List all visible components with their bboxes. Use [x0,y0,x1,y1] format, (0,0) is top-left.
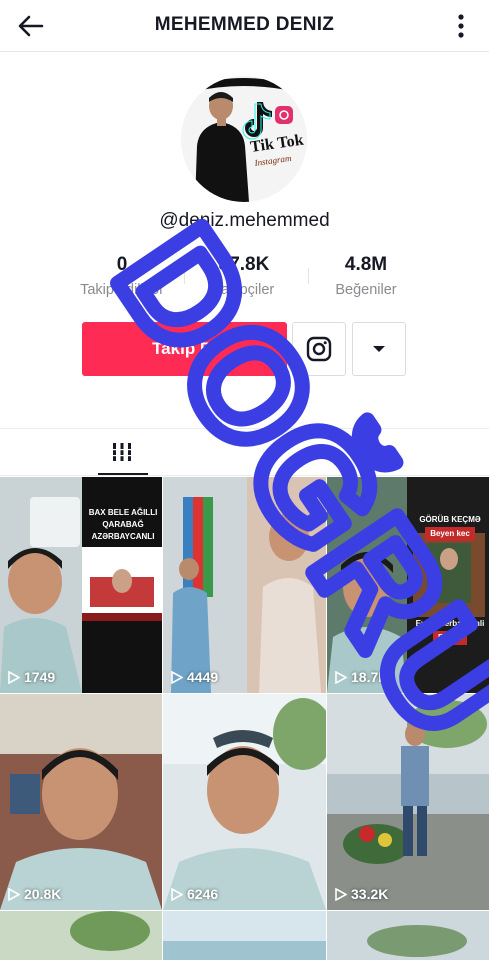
play-icon [171,670,183,684]
video-thumbnail-image [163,477,326,693]
more-options-button[interactable] [451,12,471,40]
likes-label: Beğeniler [335,282,397,298]
video-thumbnail-image [327,477,489,693]
video-thumbnail[interactable]: 20.8K [0,694,162,910]
video-thumbnail-image [327,694,489,910]
follow-button-label: Takip Et [152,339,217,358]
video-caption: GÖRÜB KEÇMƏ [419,515,481,524]
tab-liked[interactable] [244,429,489,475]
active-tab-indicator [98,473,148,475]
video-view-count: 18.7K [335,669,388,685]
top-bar: MEHEMMED DENIZ [0,0,489,52]
caret-down-icon [373,346,385,352]
likes-count: 4.8M [344,254,388,275]
video-caption: Beyen kec [425,527,475,541]
video-view-count: 6246 [171,886,218,902]
suggested-accounts-button[interactable] [352,322,406,376]
heart-hidden-icon [353,440,380,463]
video-thumbnail[interactable] [163,911,326,960]
tab-videos[interactable] [0,429,244,475]
play-icon [8,887,20,901]
video-thumbnail-image [163,911,326,960]
video-thumbnail[interactable] [0,911,162,960]
video-caption: AZƏRBAYCANLI [91,532,155,541]
avatar[interactable]: Tik Tok Instagram [181,76,307,202]
video-caption: Eyer Azerbaycanli [415,619,485,628]
video-view-count: 4449 [171,669,218,685]
following-label: Takip ediliyor [80,282,164,298]
instagram-button[interactable] [292,322,346,376]
stat-following[interactable]: 0 Takip ediliyor [54,254,190,298]
followers-count: 87.8K [218,254,270,275]
follow-button[interactable]: Takip Et [82,322,287,376]
video-thumbnail-image [0,694,162,910]
profile-handle: @deniz.mehemmed [159,210,330,231]
play-icon [171,887,183,901]
video-thumbnail[interactable]: GÖRÜB KEÇMƏ Beyen kec Eyer Azerbaycanli … [327,477,489,693]
video-caption: BAX BELE AĞILLI [88,508,158,517]
video-thumbnail[interactable]: 33.2K [327,694,489,910]
more-vertical-icon [458,14,464,38]
profile-title: MEHEMMED DENIZ [154,14,335,35]
stat-likes[interactable]: 4.8M Beğeniler [298,254,434,298]
followers-label: Takipçiler [213,282,275,298]
video-thumbnail[interactable]: 6246 [163,694,326,910]
video-thumbnail[interactable]: 4449 [163,477,326,693]
profile-tabs [0,428,489,476]
profile-stats: 0 Takip ediliyor 87.8K Takipçiler 4.8M B… [40,254,450,306]
play-icon [335,670,347,684]
grid-icon [113,443,131,461]
video-view-count: 20.8K [8,886,61,902]
video-thumbnail-image [327,911,489,960]
instagram-icon [306,336,332,362]
video-thumbnail[interactable]: BAX BELE AĞILLI QARABAĞ AZƏRBAYCANLI 174… [0,477,162,693]
play-icon [335,887,347,901]
video-caption: QARABAĞ [102,520,144,529]
play-icon [8,670,20,684]
stat-followers[interactable]: 87.8K Takipçiler [176,254,312,298]
video-view-count: 33.2K [335,886,388,902]
video-thumbnail[interactable] [327,911,489,960]
video-caption: Beyen [433,631,467,645]
video-thumbnail-image [163,694,326,910]
video-grid: BAX BELE AĞILLI QARABAĞ AZƏRBAYCANLI 174… [0,477,489,960]
video-view-count: 1749 [8,669,55,685]
avatar-image: Tik Tok Instagram [181,76,307,202]
following-count: 0 [116,254,128,275]
video-thumbnail-image [0,911,162,960]
